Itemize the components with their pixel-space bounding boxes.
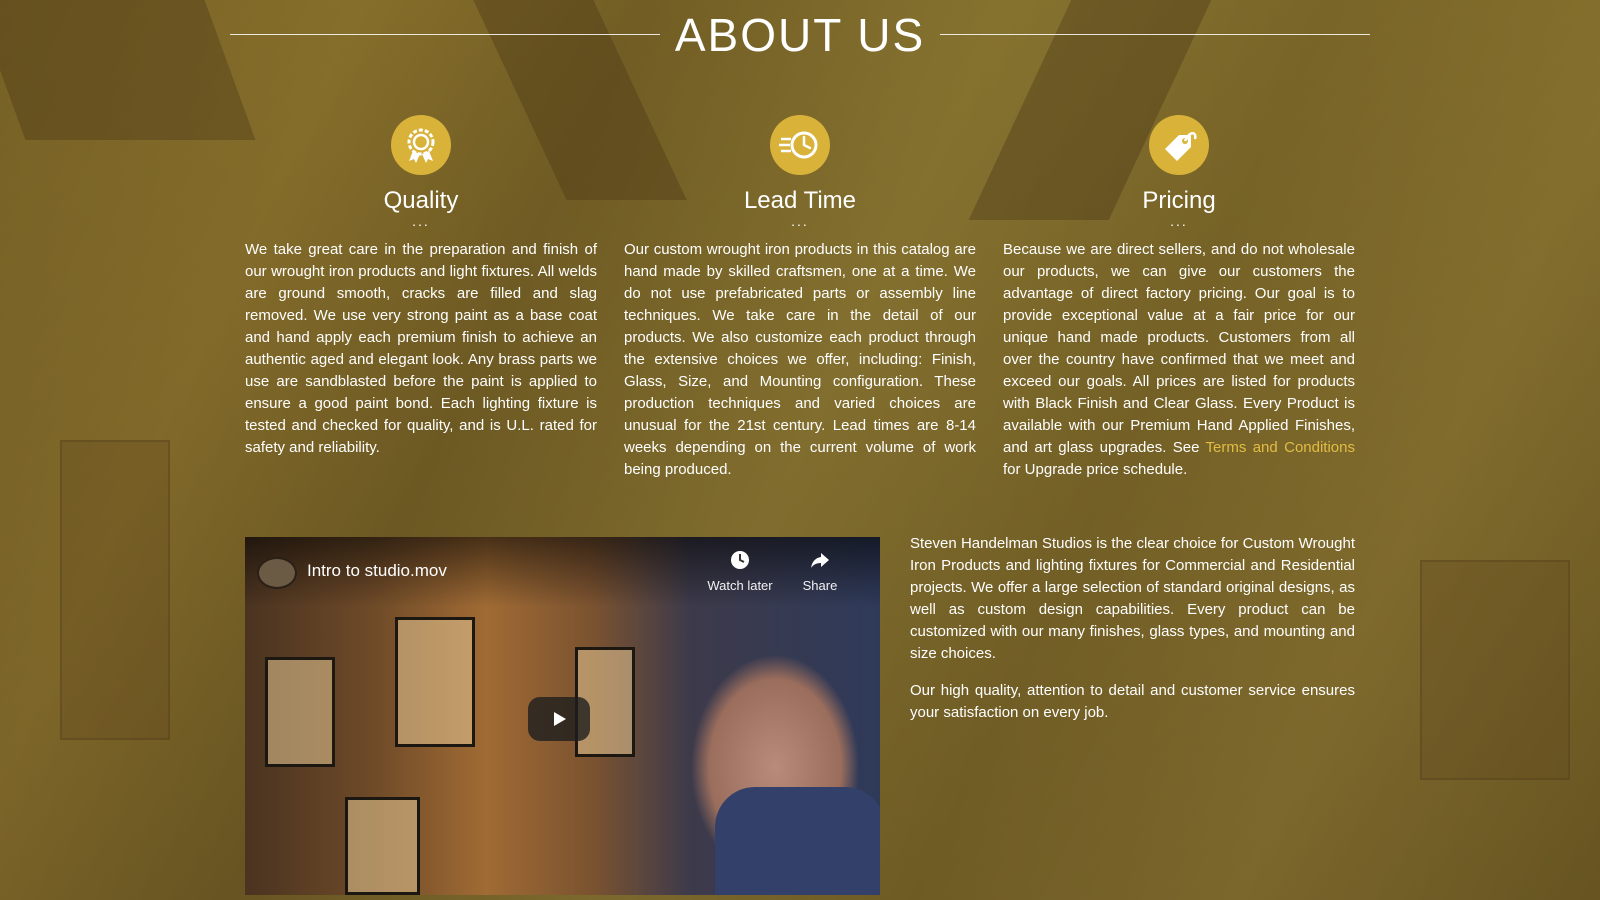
background-cabinet-right	[1420, 560, 1570, 780]
price-tag-icon	[1149, 115, 1209, 175]
fast-clock-icon	[770, 115, 830, 175]
feature-heading: Quality	[383, 187, 459, 214]
video-title[interactable]: Intro to studio.mov	[307, 561, 447, 581]
quality-badge-icon	[391, 115, 451, 175]
feature-heading: Pricing	[1142, 187, 1216, 214]
feature-pricing: Pricing ... Because we are direct seller…	[1003, 115, 1355, 481]
terms-and-conditions-link[interactable]: Terms and Conditions	[1206, 439, 1355, 456]
video-player[interactable]: Intro to studio.mov Watch later Share	[245, 537, 880, 895]
share-arrow-icon	[790, 549, 850, 578]
page-title: ABOUT US	[674, 9, 926, 61]
play-icon	[554, 712, 566, 726]
feature-heading: Lead Time	[743, 187, 857, 214]
channel-logo-icon[interactable]	[257, 557, 297, 589]
about-paragraph: Steven Handelman Studios is the clear ch…	[910, 535, 1355, 662]
video-presenter	[715, 787, 880, 895]
feature-quality: Quality ... We take great care in the pr…	[245, 115, 597, 459]
feature-lead-time: Lead Time ... Our custom wrought iron pr…	[624, 115, 976, 481]
heading-dots: ...	[412, 213, 430, 229]
header-rule-right	[940, 34, 1370, 35]
watch-later-label: Watch later	[707, 578, 773, 593]
heading-dots: ...	[1170, 213, 1188, 229]
share-button[interactable]: Share	[790, 549, 850, 593]
video-lantern	[395, 617, 475, 747]
watch-later-button[interactable]: Watch later	[700, 549, 780, 593]
pricing-text-before: Because we are direct sellers, and do no…	[1003, 241, 1355, 456]
about-description: Steven Handelman Studios is the clear ch…	[910, 533, 1355, 724]
feature-body: Because we are direct sellers, and do no…	[1003, 239, 1355, 481]
pricing-text-after: for Upgrade price schedule.	[1003, 461, 1188, 478]
play-button[interactable]	[528, 697, 590, 741]
heading-dots: ...	[791, 213, 809, 229]
about-paragraph: Our high quality, attention to detail an…	[910, 682, 1355, 721]
clock-icon	[700, 549, 780, 578]
feature-body: Our custom wrought iron products in this…	[624, 241, 976, 478]
video-lantern	[265, 657, 335, 767]
background-cabinet-left	[60, 440, 170, 740]
share-label: Share	[802, 578, 838, 593]
about-us-header: ABOUT US	[0, 0, 1600, 72]
feature-body: We take great care in the preparation an…	[245, 241, 597, 456]
header-rule-left	[230, 34, 660, 35]
video-lantern	[345, 797, 420, 895]
